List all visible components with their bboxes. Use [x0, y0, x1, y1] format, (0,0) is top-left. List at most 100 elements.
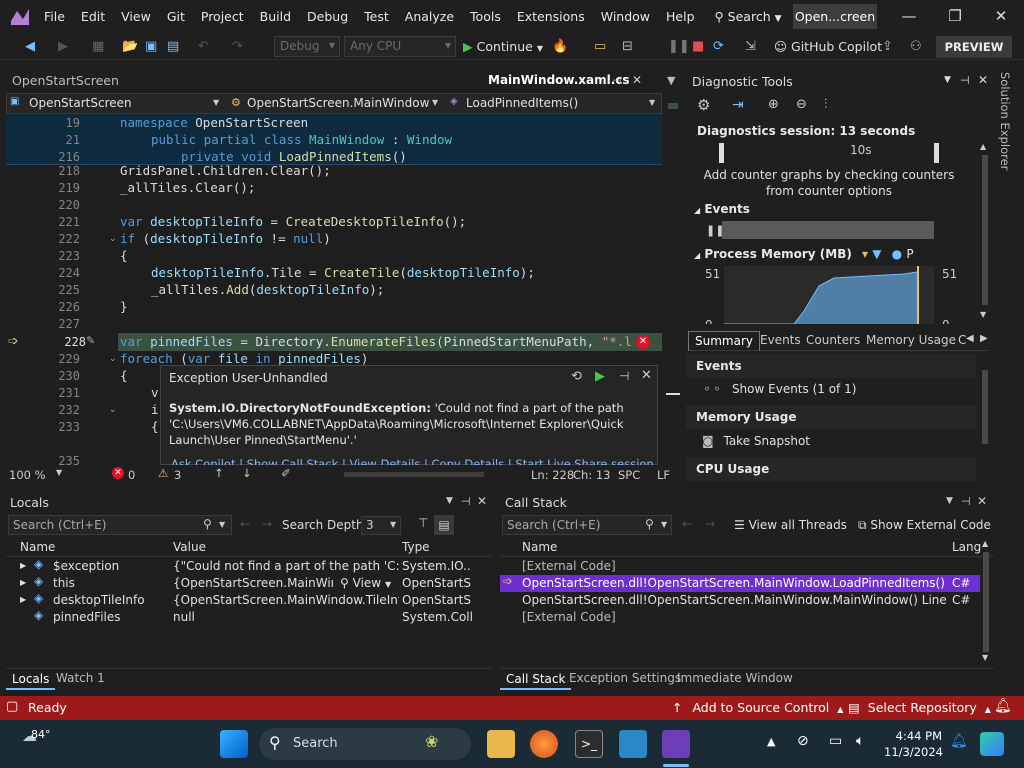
events-timeline-bar[interactable] — [722, 221, 934, 239]
warning-count[interactable]: 3 — [174, 468, 181, 482]
restart-icon[interactable]: ⟳ — [713, 37, 724, 56]
windows-start-icon[interactable] — [220, 730, 248, 758]
scrollbar-thumb[interactable] — [666, 393, 680, 395]
scroll-down-icon[interactable]: ▼ — [982, 654, 988, 662]
minimize-button[interactable]: — — [886, 0, 932, 33]
project-tab-label[interactable]: OpenStartScreen — [12, 73, 119, 88]
tab-locals[interactable]: Locals — [6, 669, 56, 690]
search-icon[interactable]: ⚲ — [203, 518, 212, 530]
continue-button[interactable]: ▶ Continue ▼ — [463, 37, 543, 56]
menu-view[interactable]: View — [113, 0, 159, 33]
firefox-icon[interactable] — [530, 730, 558, 758]
global-search[interactable]: ⚲ Search ▼ — [715, 9, 782, 24]
tab-right-icon[interactable]: ▶ — [980, 334, 988, 344]
zoom-out-icon[interactable]: ⊖ — [796, 98, 807, 111]
copilot-taskbar-icon[interactable] — [980, 732, 1004, 756]
menu-build[interactable]: Build — [252, 0, 299, 33]
chevron-down-icon[interactable]: ▼ — [219, 521, 225, 529]
menu-git[interactable]: Git — [159, 0, 193, 33]
close-icon[interactable]: ✕ — [977, 495, 987, 507]
search-forward-icon[interactable]: → — [705, 518, 715, 530]
notification-square-icon[interactable]: ▢ — [6, 700, 18, 713]
maximize-button[interactable]: ❐ — [932, 0, 978, 33]
summary-scrollbar[interactable] — [980, 354, 990, 480]
col-name[interactable]: Name — [20, 539, 55, 556]
timeline-ruler[interactable]: 10s — [719, 143, 939, 163]
github-copilot-button[interactable]: ☺ GitHub Copilot — [774, 37, 882, 56]
hex-display-icon[interactable]: ▤ — [434, 515, 454, 535]
pin-icon[interactable]: ⊣ — [961, 496, 971, 507]
menu-test[interactable]: Test — [356, 0, 397, 33]
tab-watch1[interactable]: Watch 1 — [56, 671, 105, 685]
expand-icon[interactable]: ▶ — [20, 596, 26, 604]
terminal-icon[interactable]: >_ — [575, 730, 603, 758]
hot-reload-icon[interactable]: 🔥 — [552, 37, 568, 56]
edit-pencil-icon[interactable]: ✎ — [86, 335, 95, 346]
line-indicator[interactable]: Ln: 228 — [531, 468, 574, 482]
nav-class-dropdown[interactable]: ⚙ OpenStartScreen.MainWindow ▼ — [229, 94, 445, 113]
notification-bell-icon[interactable]: 🔔︎ — [950, 734, 968, 748]
code-editor[interactable]: 218 GridsPanel.Children.Clear(); 219 _al… — [6, 114, 662, 465]
counter-message[interactable]: Add counter graphs by checking counters … — [696, 167, 962, 199]
locals-row[interactable]: ◈ pinnedFiles null System.Coll... — [6, 609, 492, 626]
zoom-in-icon[interactable]: ⊕ — [768, 98, 779, 111]
tab-exception-settings[interactable]: Exception Settings — [569, 671, 681, 685]
share-icon[interactable]: ⇪ — [882, 37, 893, 56]
close-icon[interactable]: ✕ — [978, 74, 988, 86]
pin-value-icon[interactable]: ⊤ — [418, 517, 428, 529]
tab-immediate-window[interactable]: Immediate Window — [677, 671, 793, 685]
file-explorer-icon[interactable] — [487, 730, 515, 758]
pin-icon[interactable]: ⊣ — [619, 370, 629, 382]
step-icon[interactable]: ⇲ — [745, 37, 756, 56]
collapse-icon[interactable]: ⌄ — [109, 235, 117, 244]
pin-icon[interactable]: ⊣ — [960, 75, 970, 86]
chevron-down-icon[interactable]: ▼ — [667, 75, 675, 86]
preview-badge[interactable]: PREVIEW — [936, 36, 1012, 58]
visual-studio-taskbar-icon[interactable] — [662, 730, 690, 758]
tab-memory-usage[interactable]: Memory Usage — [866, 333, 956, 347]
col-lang[interactable]: Lang — [952, 539, 981, 556]
file-tab-active[interactable]: MainWindow.xaml.cs ⊣ ✕ — [484, 71, 659, 93]
pause-icon[interactable]: ❚❚ — [668, 37, 690, 56]
search-back-icon[interactable]: ← — [240, 518, 250, 530]
col-type[interactable]: Type — [402, 539, 430, 556]
nav-member-dropdown[interactable]: ◈ LoadPinnedItems() ▼ — [447, 94, 661, 113]
chevron-up-icon[interactable]: ▲ — [767, 736, 775, 747]
back-icon[interactable]: ◀ — [25, 37, 35, 56]
stop-icon[interactable]: ■ — [692, 37, 704, 56]
menu-file[interactable]: File — [36, 0, 73, 33]
solution-explorer-side-tab[interactable]: Solution Explorer — [998, 72, 1020, 170]
expand-icon[interactable]: ▶ — [20, 579, 26, 587]
tab-events[interactable]: Events — [760, 333, 801, 347]
callstack-row[interactable]: [External Code] — [500, 558, 980, 575]
platform-dropdown[interactable]: Any CPU ▼ — [344, 36, 456, 57]
close-button[interactable]: ✕ — [978, 0, 1024, 33]
expand-icon[interactable]: ▶ — [20, 562, 26, 570]
menu-window[interactable]: Window — [593, 0, 658, 33]
menu-project[interactable]: Project — [193, 0, 252, 33]
undo-icon[interactable]: ↶ — [198, 37, 209, 56]
menu-edit[interactable]: Edit — [73, 0, 113, 33]
zoom-level[interactable]: 100 % — [9, 468, 46, 482]
chevron-down-icon[interactable]: ▼ — [56, 469, 62, 477]
layout-icon[interactable]: ⊟ — [622, 37, 633, 56]
col-value[interactable]: Value — [173, 539, 206, 556]
col-name[interactable]: Name — [522, 539, 557, 556]
close-tab-icon[interactable]: ✕ — [632, 74, 642, 86]
scroll-up-icon[interactable]: ▲ — [982, 540, 988, 548]
weather-temp[interactable]: 84° — [31, 728, 51, 741]
scrollbar-thumb[interactable] — [982, 370, 988, 444]
editor-scrollbar[interactable] — [662, 93, 684, 465]
whitespace-indicator[interactable]: SPC — [618, 468, 640, 482]
exception-helper-popup[interactable]: Exception User-Unhandled ⟲ ▶ ⊣ ✕ System.… — [160, 365, 658, 465]
callstack-row[interactable]: OpenStartScreen.dll!OpenStartScreen.Main… — [500, 592, 980, 609]
scrollbar-thumb[interactable] — [983, 552, 989, 652]
view-visualizer[interactable]: ⚲ View ▼ — [340, 575, 400, 592]
arrow-up-icon[interactable]: ↑ — [214, 467, 224, 480]
select-repository-button[interactable]: ▤ Select Repository ▲ — [848, 700, 991, 715]
close-icon[interactable]: ✕ — [641, 369, 652, 382]
callstack-scrollbar[interactable]: ▲ ▼ — [980, 540, 992, 664]
error-count[interactable]: 0 — [128, 468, 135, 482]
callstack-search-input[interactable]: Search (Ctrl+E) ⚲ ▼ — [502, 515, 672, 535]
copy-details-link[interactable]: Copy Details — [432, 457, 505, 465]
